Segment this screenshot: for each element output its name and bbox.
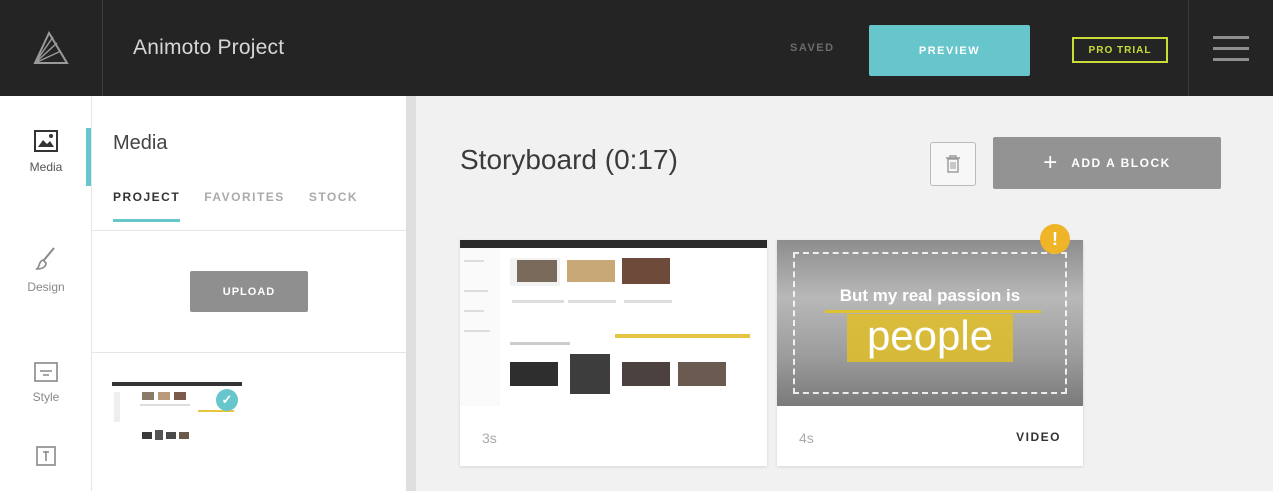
save-status: SAVED [790, 42, 835, 54]
panel-scrollbar[interactable] [406, 96, 416, 491]
divider [92, 230, 406, 231]
delete-button[interactable] [930, 142, 976, 186]
selected-check-icon: ✓ [216, 389, 238, 411]
add-block-button[interactable]: + ADD A BLOCK [993, 137, 1221, 189]
upload-button[interactable]: UPLOAD [190, 271, 308, 312]
hamburger-menu-button[interactable] [1188, 0, 1273, 96]
image-icon [34, 130, 58, 152]
caption-line2: people [866, 312, 994, 359]
media-tabs: PROJECT FAVORITES STOCK [113, 190, 382, 222]
rail-item-text[interactable] [0, 446, 92, 466]
rail-label: Media [29, 160, 63, 174]
divider [92, 352, 406, 353]
preview-button[interactable]: PREVIEW [869, 25, 1030, 76]
tab-stock[interactable]: STOCK [309, 190, 358, 222]
block-thumbnail [460, 240, 767, 406]
left-rail: Media Design Style [0, 96, 92, 491]
panel-heading: Media [113, 132, 168, 154]
block-duration: 3s [482, 430, 497, 446]
storyboard-area: Storyboard (0:17) + ADD A BLOCK 3s But m… [416, 96, 1273, 491]
storyboard-block[interactable]: But my real passion is people 4s VIDEO [777, 240, 1083, 466]
style-icon [34, 362, 58, 382]
rail-item-design[interactable]: Design [0, 246, 92, 294]
trash-icon [946, 155, 960, 173]
rail-label: Design [27, 280, 65, 294]
storyboard-block[interactable]: 3s [460, 240, 767, 466]
screenshot-preview [460, 248, 750, 406]
add-block-label: ADD A BLOCK [1071, 156, 1171, 170]
tab-favorites[interactable]: FAVORITES [204, 190, 285, 222]
block-type: VIDEO [1016, 430, 1061, 444]
pro-trial-badge[interactable]: PRO TRIAL [1072, 37, 1168, 63]
project-title[interactable]: Animoto Project [133, 36, 284, 60]
block-thumbnail: But my real passion is people [777, 240, 1083, 406]
logo-icon [33, 30, 69, 64]
animoto-logo[interactable] [0, 0, 103, 96]
rail-item-style[interactable]: Style [0, 362, 92, 404]
tab-project[interactable]: PROJECT [113, 190, 181, 222]
media-panel: Media PROJECT FAVORITES STOCK UPLOAD ✓ [92, 96, 406, 491]
rail-item-media[interactable]: Media [0, 130, 92, 174]
menu-icon [1213, 28, 1249, 69]
caption-line1: But my real passion is [839, 286, 1021, 305]
rail-label: Style [32, 390, 60, 404]
top-bar: Animoto Project SAVED PREVIEW PRO TRIAL [0, 0, 1273, 96]
block-duration: 4s [799, 430, 814, 446]
brush-icon [35, 247, 55, 270]
text-block-icon [36, 446, 56, 466]
plus-icon: + [1043, 149, 1058, 176]
warning-icon[interactable]: ! [1040, 224, 1070, 254]
storyboard-title: Storyboard (0:17) [460, 144, 678, 175]
